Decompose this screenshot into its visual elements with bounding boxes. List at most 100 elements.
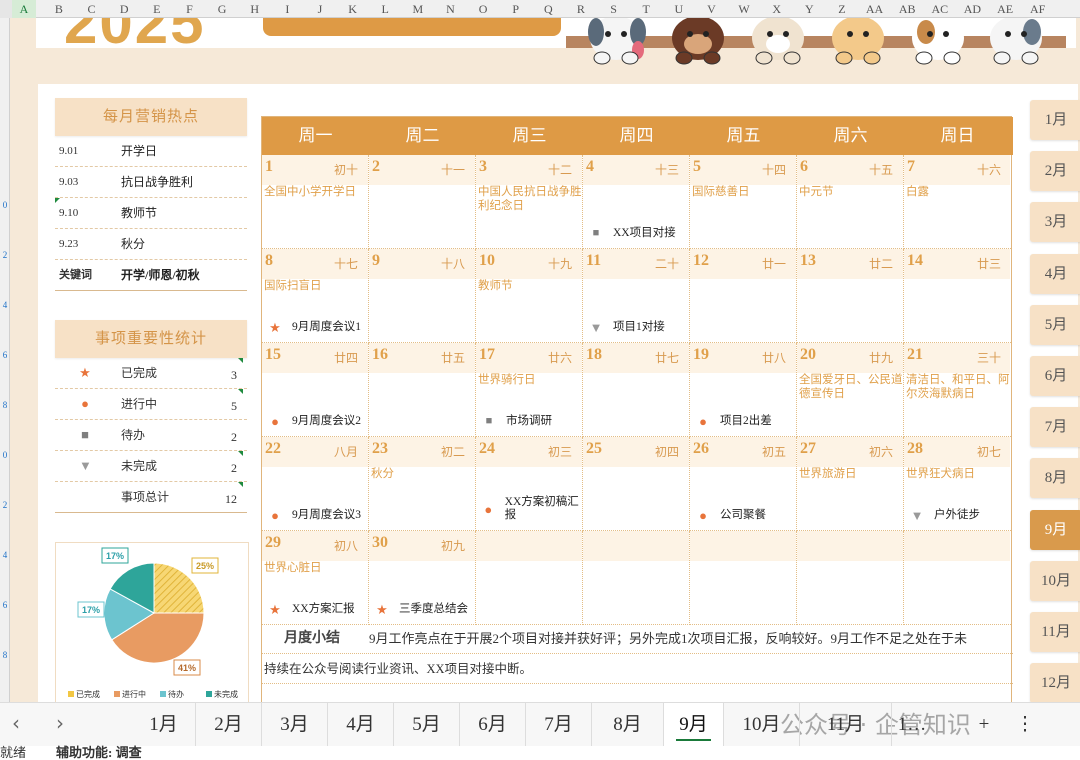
prev-sheet-button[interactable]: ‹ — [12, 711, 20, 735]
calendar-day-cell[interactable]: 22 八月 ● 9月周度会议3 — [262, 437, 369, 531]
stat-count[interactable]: 2 — [231, 451, 237, 485]
row-number[interactable]: 0 — [0, 200, 10, 210]
summary-text-line1[interactable]: 9月工作亮点在于开展2个项目对接并获好评；另外完成1次项目汇报，反响较好。9月工… — [369, 624, 967, 654]
stat-count[interactable]: 2 — [231, 420, 237, 454]
calendar-day-cell[interactable]: 15 廿四 ● 9月周度会议2 — [262, 343, 369, 437]
calendar-day-cell[interactable]: 4 十三 ■ XX项目对接 — [583, 155, 690, 249]
task-item[interactable]: ★ XX方案汇报 — [268, 603, 368, 616]
month-button-8[interactable]: 8月 — [1030, 458, 1080, 499]
task-item[interactable]: ■ XX项目对接 — [589, 227, 689, 240]
column-header-w[interactable]: W — [728, 0, 761, 18]
calendar-day-cell[interactable]: 12 廿一 — [690, 249, 797, 343]
month-button-9[interactable]: 9月 — [1030, 509, 1080, 550]
column-header-i[interactable]: I — [271, 0, 304, 18]
sheet-tab-13[interactable]: + — [964, 703, 1004, 747]
column-header-aa[interactable]: AA — [858, 0, 891, 18]
calendar-day-cell[interactable] — [904, 531, 1011, 625]
marketing-text[interactable]: 开学日 — [121, 136, 157, 167]
sheet-tab-5[interactable]: 5月 — [394, 703, 460, 747]
row-number[interactable]: 4 — [0, 300, 10, 310]
task-item[interactable]: ● 9月周度会议2 — [268, 415, 368, 428]
row-number[interactable]: 0 — [0, 450, 10, 460]
month-button-12[interactable]: 12月 — [1030, 663, 1080, 702]
column-header-a[interactable]: A — [12, 0, 36, 18]
month-button-2[interactable]: 2月 — [1030, 151, 1080, 192]
column-header-ae[interactable]: AE — [989, 0, 1022, 18]
task-item[interactable]: ▼ 户外徒步 — [910, 509, 1010, 522]
sheet-tab-10[interactable]: 10月 — [724, 703, 800, 747]
calendar-day-cell[interactable]: 2 十一 — [369, 155, 476, 249]
sheet-tab-14[interactable]: ⋮ — [1010, 703, 1040, 747]
row-number[interactable]: 8 — [0, 400, 10, 410]
column-header-r[interactable]: R — [565, 0, 598, 18]
task-item[interactable]: ★ 三季度总结会 — [375, 603, 475, 616]
column-header-z[interactable]: Z — [826, 0, 859, 18]
column-header-l[interactable]: L — [369, 0, 402, 18]
calendar-day-cell[interactable]: 20 廿九 全国爱牙日、公民道德宣传日 — [797, 343, 904, 437]
sheet-tab-8[interactable]: 8月 — [592, 703, 664, 747]
column-header-j[interactable]: J — [304, 0, 337, 18]
calendar-day-cell[interactable]: 28 初七 世界狂犬病日 ▼ 户外徒步 — [904, 437, 1011, 531]
keyword-value[interactable]: 开学/师恩/初秋 — [121, 260, 200, 291]
row-number[interactable]: 8 — [0, 650, 10, 660]
row-number[interactable]: 2 — [0, 500, 10, 510]
column-header-n[interactable]: N — [434, 0, 467, 18]
sheet-tab-9[interactable]: 9月 — [664, 703, 724, 747]
calendar-day-cell[interactable]: 27 初六 世界旅游日 — [797, 437, 904, 531]
calendar-day-cell[interactable]: 25 初四 — [583, 437, 690, 531]
month-button-6[interactable]: 6月 — [1030, 356, 1080, 396]
task-item[interactable]: ● 项目2出差 — [696, 415, 796, 428]
column-header-q[interactable]: Q — [532, 0, 565, 18]
calendar-day-cell[interactable]: 8 十七 国际扫盲日 ★ 9月周度会议1 — [262, 249, 369, 343]
calendar-day-cell[interactable]: 6 十五 中元节 — [797, 155, 904, 249]
column-header-t[interactable]: T — [630, 0, 663, 18]
calendar-day-cell[interactable] — [690, 531, 797, 625]
summary-text-line2[interactable]: 持续在公众号阅读行业资讯、XX项目对接中断。 — [264, 654, 532, 684]
calendar-day-cell[interactable]: 14 廿三 — [904, 249, 1011, 343]
calendar-day-cell[interactable]: 26 初五 ● 公司聚餐 — [690, 437, 797, 531]
column-header-g[interactable]: G — [206, 0, 239, 18]
column-header-e[interactable]: E — [141, 0, 174, 18]
month-button-11[interactable]: 11月 — [1030, 612, 1080, 652]
calendar-day-cell[interactable]: 29 初八 世界心脏日 ★ XX方案汇报 — [262, 531, 369, 625]
calendar-day-cell[interactable]: 9 十八 — [369, 249, 476, 343]
column-header-v[interactable]: V — [695, 0, 728, 18]
stat-count[interactable]: 5 — [231, 389, 237, 423]
task-item[interactable]: ● 公司聚餐 — [696, 509, 796, 522]
calendar-day-cell[interactable]: 24 初三 ● XX方案初稿汇报 — [476, 437, 583, 531]
calendar-day-cell[interactable]: 21 三十 清洁日、和平日、阿尔茨海默病日 — [904, 343, 1011, 437]
sheet-tab-7[interactable]: 7月 — [526, 703, 592, 747]
column-header-ab[interactable]: AB — [891, 0, 924, 18]
row-number[interactable]: 6 — [0, 350, 10, 360]
row-number[interactable]: 2 — [0, 250, 10, 260]
column-header-x[interactable]: X — [760, 0, 793, 18]
sheet-tab-12[interactable]: 1… — [892, 703, 932, 747]
sheet-tab-4[interactable]: 4月 — [328, 703, 394, 747]
column-header-k[interactable]: K — [336, 0, 369, 18]
task-item[interactable]: ● XX方案初稿汇报 — [482, 496, 582, 522]
calendar-day-cell[interactable]: 11 二十 ▼ 项目1对接 — [583, 249, 690, 343]
calendar-day-cell[interactable]: 16 廿五 — [369, 343, 476, 437]
column-header-b[interactable]: B — [43, 0, 76, 18]
accessibility-status[interactable]: 辅助功能: 调查 — [56, 742, 142, 760]
column-header-d[interactable]: D — [108, 0, 141, 18]
task-item[interactable]: ▼ 项目1对接 — [589, 321, 689, 334]
calendar-day-cell[interactable]: 3 十二 中国人民抗日战争胜利纪念日 — [476, 155, 583, 249]
calendar-day-cell[interactable]: 1 初十 全国中小学开学日 — [262, 155, 369, 249]
calendar-day-cell[interactable] — [476, 531, 583, 625]
calendar-day-cell[interactable] — [583, 531, 690, 625]
next-sheet-button[interactable]: › — [56, 711, 64, 735]
calendar-day-cell[interactable]: 23 初二 秋分 — [369, 437, 476, 531]
sheet-tab-6[interactable]: 6月 — [460, 703, 526, 747]
sheet-tab-3[interactable]: 3月 — [262, 703, 328, 747]
marketing-text[interactable]: 教师节 — [121, 198, 157, 229]
month-button-1[interactable]: 1月 — [1030, 100, 1080, 140]
task-item[interactable]: ★ 9月周度会议1 — [268, 321, 368, 334]
column-header-m[interactable]: M — [402, 0, 435, 18]
month-button-3[interactable]: 3月 — [1030, 202, 1080, 243]
stat-count[interactable]: 3 — [231, 358, 237, 392]
task-item[interactable]: ■ 市场调研 — [482, 415, 582, 428]
column-header-h[interactable]: H — [238, 0, 271, 18]
column-header-s[interactable]: S — [597, 0, 630, 18]
calendar-day-cell[interactable] — [797, 531, 904, 625]
